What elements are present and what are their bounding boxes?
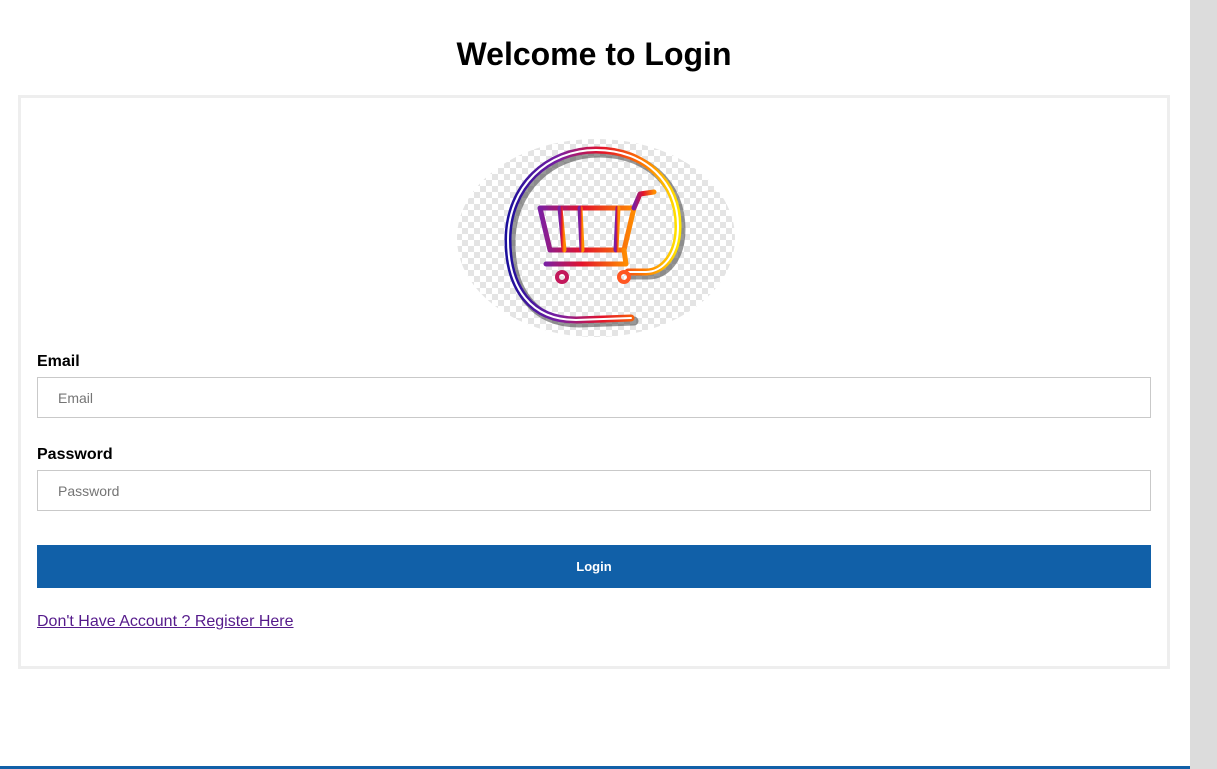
page-title: Welcome to Login	[456, 36, 732, 72]
logo	[456, 138, 736, 338]
password-input[interactable]	[37, 470, 1151, 511]
email-label: Email	[37, 353, 80, 370]
shopping-cart-icon	[457, 139, 735, 337]
vertical-scrollbar[interactable]	[1190, 0, 1217, 769]
password-label: Password	[37, 446, 113, 463]
login-card: Email Password Login Don't Have Account …	[18, 95, 1170, 669]
email-input[interactable]	[37, 377, 1151, 418]
register-link[interactable]: Don't Have Account ? Register Here	[37, 612, 294, 632]
login-button[interactable]: Login	[37, 545, 1151, 588]
page: Welcome to Login Email Email Password Lo…	[0, 0, 1190, 769]
